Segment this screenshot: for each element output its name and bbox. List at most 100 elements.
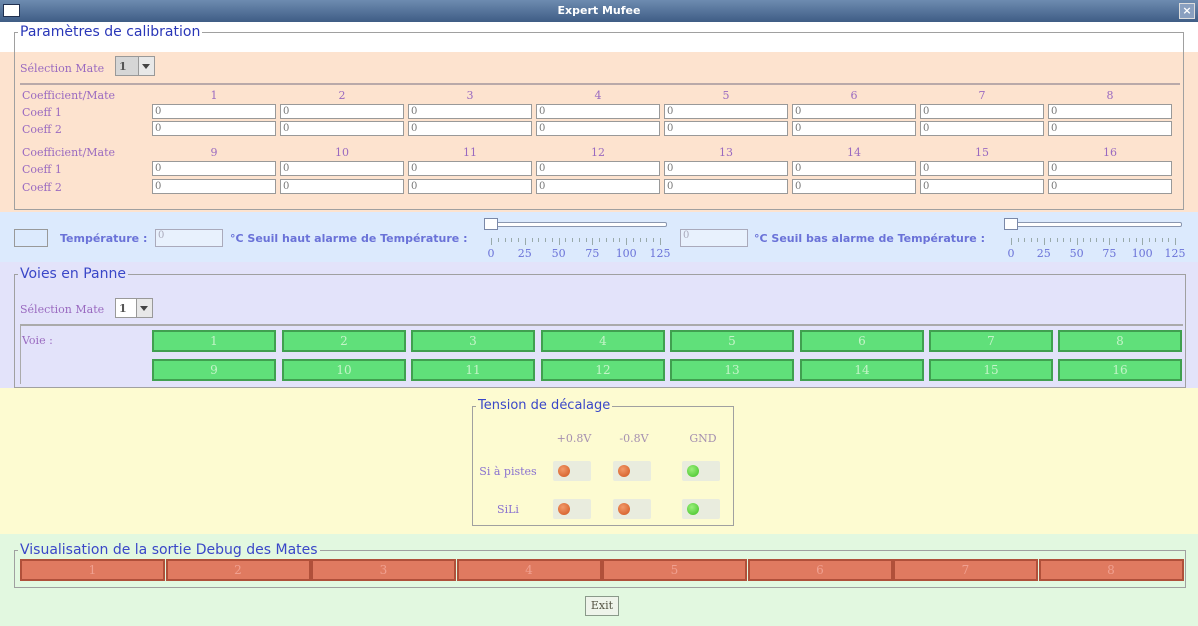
calibration-section: Paramètres de calibration Sélection Mate…: [0, 22, 1198, 212]
voie-button[interactable]: 4: [541, 330, 665, 352]
voie-button[interactable]: 9: [152, 359, 276, 381]
mate-column-header: 4: [594, 89, 602, 102]
mate-column-header: 1: [210, 89, 218, 102]
voie-button[interactable]: 12: [541, 359, 665, 381]
coeff1-input[interactable]: 0: [920, 104, 1044, 119]
slider-thumb[interactable]: [484, 218, 498, 230]
coeff2-input[interactable]: 0: [792, 179, 916, 194]
voie-button[interactable]: 7: [929, 330, 1053, 352]
coeff2-input[interactable]: 0: [1048, 121, 1172, 136]
coeff2-input[interactable]: 0: [408, 179, 532, 194]
chevron-down-icon[interactable]: [136, 299, 152, 317]
slider-tick: [1030, 238, 1032, 242]
debug-mate-button[interactable]: 5: [602, 559, 747, 581]
green-led-indicator: [682, 461, 720, 481]
voies-mate-select[interactable]: 1: [115, 298, 153, 318]
slider-track[interactable]: [484, 222, 667, 227]
voie-button[interactable]: 11: [411, 359, 535, 381]
voie-button[interactable]: 6: [800, 330, 924, 352]
led-dot-icon: [618, 503, 630, 515]
slider-tick: [518, 238, 520, 242]
mate-column-header: 12: [591, 146, 605, 159]
coeff1-input[interactable]: 0: [280, 104, 404, 119]
debug-mate-button[interactable]: 2: [165, 559, 311, 581]
coeff1-row: Coeff 100000000: [22, 104, 1178, 121]
debug-mate-button[interactable]: 7: [893, 559, 1038, 581]
coeff2-input[interactable]: 0: [152, 179, 276, 194]
slider-tick: [1115, 238, 1117, 242]
voie-button[interactable]: 15: [929, 359, 1053, 381]
debug-mate-button[interactable]: 3: [311, 559, 456, 581]
led-dot-icon: [558, 503, 570, 515]
voie-button[interactable]: 2: [282, 330, 406, 352]
coeff1-input[interactable]: 0: [792, 161, 916, 176]
debug-mate-button[interactable]: 8: [1038, 559, 1184, 581]
coeff1-input[interactable]: 0: [408, 161, 532, 176]
coeff2-input[interactable]: 0: [280, 121, 404, 136]
slider-tick: [660, 238, 661, 245]
slider-track[interactable]: [1004, 222, 1182, 227]
close-icon[interactable]: ×: [1179, 3, 1195, 19]
slider-tick: [1043, 238, 1045, 245]
coeff1-input[interactable]: 0: [1048, 104, 1172, 119]
slider-tick: [646, 238, 648, 242]
coeff2-input[interactable]: 0: [664, 121, 788, 136]
voie-button[interactable]: 3: [411, 330, 535, 352]
voie-button[interactable]: 10: [282, 359, 406, 381]
coeff1-input[interactable]: 0: [664, 161, 788, 176]
debug-mate-button[interactable]: 1: [20, 559, 165, 581]
chevron-down-icon[interactable]: [138, 57, 154, 75]
voie-button[interactable]: 1: [152, 330, 276, 352]
coeff1-input[interactable]: 0: [664, 104, 788, 119]
high-alarm-field[interactable]: 0: [680, 229, 748, 247]
coeff1-input[interactable]: 0: [408, 104, 532, 119]
voie-button[interactable]: 13: [670, 359, 794, 381]
coeff2-input[interactable]: 0: [920, 179, 1044, 194]
coeff2-input[interactable]: 0: [280, 179, 404, 194]
mate-column-header: 16: [1103, 146, 1117, 159]
voie-button[interactable]: 16: [1058, 359, 1182, 381]
coeff2-input[interactable]: 0: [664, 179, 788, 194]
coeff1-input[interactable]: 0: [536, 161, 660, 176]
slider-tick: [572, 238, 574, 242]
high-alarm-slider[interactable]: 0 25 50 75 100 125: [480, 216, 675, 260]
coeff1-input[interactable]: 0: [1048, 161, 1172, 176]
slider-tick: [653, 238, 655, 242]
coeff1-input[interactable]: 0: [280, 161, 404, 176]
debug-mate-button[interactable]: 6: [747, 559, 893, 581]
voie-button[interactable]: 14: [800, 359, 924, 381]
voie-button[interactable]: 8: [1058, 330, 1182, 352]
coeff2-input[interactable]: 0: [408, 121, 532, 136]
voies-mate-value: 1: [119, 302, 127, 315]
coeff1-input[interactable]: 0: [152, 161, 276, 176]
coeff1-input[interactable]: 0: [152, 104, 276, 119]
coeff1-input[interactable]: 0: [792, 104, 916, 119]
slider-tick-label: 25: [1036, 247, 1051, 260]
voie-button[interactable]: 5: [670, 330, 794, 352]
slider-thumb[interactable]: [1004, 218, 1018, 230]
slider-tick: [592, 238, 594, 245]
coeff2-input[interactable]: 0: [536, 179, 660, 194]
slider-tick: [524, 238, 526, 245]
debug-mate-button[interactable]: 4: [456, 559, 602, 581]
coeff2-input[interactable]: 0: [536, 121, 660, 136]
coeff2-input[interactable]: 0: [920, 121, 1044, 136]
coeff2-row: Coeff 200000000: [22, 179, 1178, 196]
coeff2-input[interactable]: 0: [792, 121, 916, 136]
coeff2-input[interactable]: 0: [152, 121, 276, 136]
tension-row-label: SiLi: [497, 503, 519, 516]
tension-column-header: GND: [689, 432, 717, 445]
slider-tick: [1142, 238, 1144, 245]
coeff1-input[interactable]: 0: [536, 104, 660, 119]
low-alarm-slider[interactable]: 0 25 50 75 100 125: [1000, 216, 1190, 260]
debug-legend: Visualisation de la sortie Debug des Mat…: [18, 542, 320, 558]
slider-tick: [504, 238, 506, 242]
calibration-mate-select[interactable]: 1: [115, 56, 155, 76]
coefficient-mate-header: Coefficient/Mate: [22, 146, 116, 159]
slider-tick-label: 125: [1164, 247, 1186, 260]
slider-tick-label: 25: [517, 247, 532, 260]
slider-tick: [1155, 238, 1157, 242]
coeff2-input[interactable]: 0: [1048, 179, 1172, 194]
coeff1-input[interactable]: 0: [920, 161, 1044, 176]
exit-button[interactable]: Exit: [585, 596, 619, 616]
